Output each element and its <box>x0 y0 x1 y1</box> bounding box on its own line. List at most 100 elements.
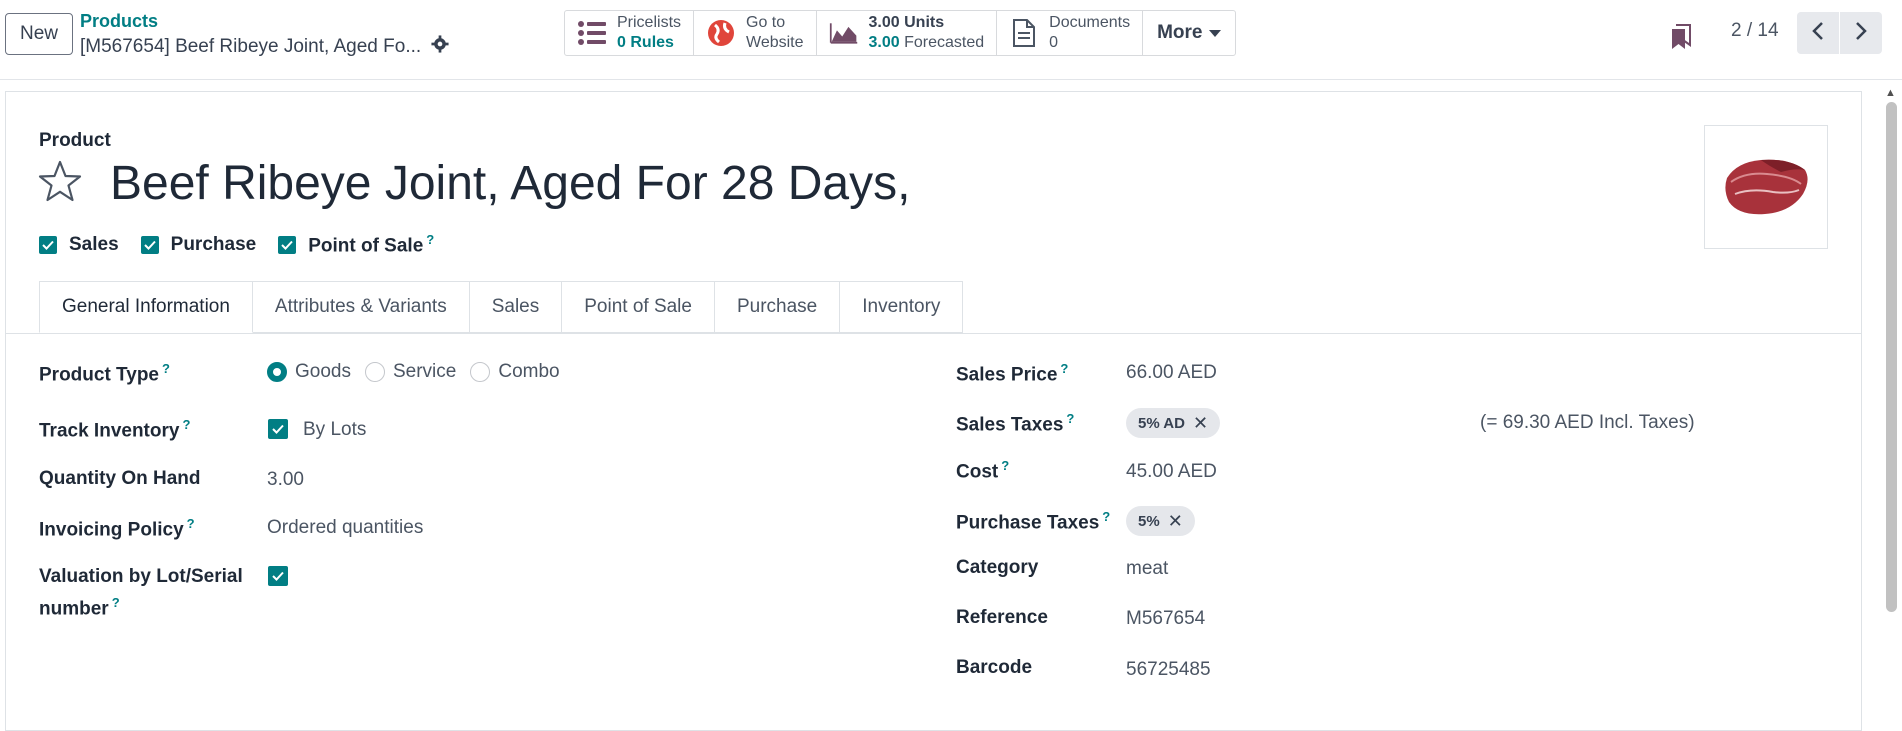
help-icon[interactable]: ? <box>182 417 190 432</box>
caret-down-icon <box>1208 22 1221 44</box>
tab-point-of-sale[interactable]: Point of Sale <box>562 281 715 333</box>
sales-tax-tag[interactable]: 5% AD ✕ <box>1126 408 1221 438</box>
gear-icon[interactable] <box>431 35 449 59</box>
track-inventory-label: Track Inventory? <box>39 417 190 442</box>
document-icon <box>1009 18 1039 48</box>
forecast-value: 3.00 <box>868 34 900 51</box>
close-icon[interactable]: ✕ <box>1168 511 1183 532</box>
valuation-checkbox[interactable] <box>268 566 288 586</box>
tab-purchase[interactable]: Purchase <box>714 281 841 333</box>
valuation-label-line2: number? <box>39 595 120 620</box>
sales-taxes-label-text: Sales Taxes <box>956 414 1064 436</box>
purchase-checkbox[interactable]: Purchase <box>140 232 256 257</box>
go-to-website-smart-button[interactable]: Go to Website <box>694 11 817 55</box>
pricelists-smart-button[interactable]: Pricelists 0 Rules <box>565 11 695 55</box>
record-title: [M567654] Beef Ribeye Joint, Aged Fo... <box>80 35 449 59</box>
pricelists-title: Pricelists <box>617 14 682 31</box>
close-icon[interactable]: ✕ <box>1193 413 1208 434</box>
radio-dot-icon <box>470 362 491 382</box>
scrollbar-thumb[interactable] <box>1886 102 1897 612</box>
track-inventory-checkbox[interactable] <box>268 419 288 439</box>
check-icon <box>39 235 57 254</box>
sales-price-input[interactable]: 66.00 AED <box>1126 362 1217 384</box>
radio-dot-icon <box>364 362 385 382</box>
product-name-input[interactable]: Beef Ribeye Joint, Aged For 28 Days, <box>110 156 910 211</box>
bookmark-icon[interactable] <box>1670 24 1692 55</box>
radio-combo[interactable]: Combo <box>470 361 560 383</box>
record-title-text: [M567654] Beef Ribeye Joint, Aged Fo... <box>80 36 422 57</box>
documents-title: Documents <box>1049 14 1131 31</box>
help-icon[interactable]: ? <box>162 361 170 376</box>
barcode-input[interactable]: 56725485 <box>1126 659 1211 681</box>
sales-checkbox[interactable]: Sales <box>39 232 119 257</box>
more-label: More <box>1157 22 1203 43</box>
form-tabs: General Information Attributes & Variant… <box>39 281 964 333</box>
track-inventory-label-text: Track Inventory <box>39 420 180 442</box>
invoicing-label-text: Invoicing Policy <box>39 519 184 541</box>
tab-general-information[interactable]: General Information <box>39 281 253 333</box>
pager-value[interactable]: 2 / 14 <box>1731 20 1779 42</box>
purchase-taxes-label-text: Purchase Taxes <box>956 512 1100 534</box>
breadcrumb-products[interactable]: Products <box>80 11 158 32</box>
check-icon <box>140 235 159 254</box>
tab-sales[interactable]: Sales <box>469 281 563 333</box>
purchase-tax-tag[interactable]: 5% ✕ <box>1126 506 1195 536</box>
chevron-right-icon <box>1855 21 1867 46</box>
invoicing-policy-select[interactable]: Ordered quantities <box>267 517 423 539</box>
smart-buttons: Pricelists 0 Rules Go to Website 3.00 Un… <box>564 10 1236 56</box>
purchase-tax-tag-label: 5% <box>1138 512 1160 530</box>
units-label: Units <box>904 14 945 31</box>
category-label: Category <box>956 557 1039 578</box>
valuation-label-line1: Valuation by Lot/Serial <box>39 566 243 587</box>
more-dropdown[interactable]: More <box>1143 11 1234 55</box>
website-line1: Go to <box>746 14 786 31</box>
globe-icon <box>706 18 736 48</box>
radio-service-label: Service <box>392 361 457 382</box>
help-icon[interactable]: ? <box>426 232 434 247</box>
star-icon[interactable] <box>37 160 83 209</box>
chevron-left-icon <box>1812 21 1824 46</box>
purchase-taxes-label: Purchase Taxes? <box>956 509 1110 534</box>
tab-attributes-variants[interactable]: Attributes & Variants <box>252 281 470 333</box>
check-icon <box>272 424 284 434</box>
sales-price-label-text: Sales Price <box>956 364 1058 386</box>
help-icon[interactable]: ? <box>1060 361 1068 376</box>
point-of-sale-checkbox[interactable]: Point of Sale? <box>278 232 434 257</box>
tab-divider <box>6 333 1861 334</box>
sales-price-label: Sales Price? <box>956 361 1068 386</box>
pager-next-button[interactable] <box>1840 12 1882 54</box>
help-icon[interactable]: ? <box>1001 458 1009 473</box>
help-icon[interactable]: ? <box>1102 509 1110 524</box>
invoicing-label: Invoicing Policy? <box>39 516 195 541</box>
qty-label: Quantity On Hand <box>39 468 201 489</box>
help-icon[interactable]: ? <box>187 516 195 531</box>
product-section-label: Product <box>39 130 111 151</box>
control-panel: New Products [M567654] Beef Ribeye Joint… <box>0 0 1902 80</box>
forecast-label: Forecasted <box>904 34 985 51</box>
tab-inventory[interactable]: Inventory <box>840 281 964 333</box>
help-icon[interactable]: ? <box>1066 411 1074 426</box>
radio-service[interactable]: Service <box>364 361 457 383</box>
radio-dot-icon <box>267 362 287 382</box>
barcode-label: Barcode <box>956 657 1033 678</box>
radio-goods-label: Goods <box>295 361 351 382</box>
help-icon[interactable]: ? <box>112 595 120 610</box>
product-flags: Sales Purchase Point of Sale? <box>39 232 434 257</box>
tracking-select[interactable]: By Lots <box>303 419 366 441</box>
cost-input[interactable]: 45.00 AED <box>1126 461 1217 483</box>
pricelists-unit: Rules <box>630 34 674 51</box>
documents-count: 0 <box>1049 34 1059 51</box>
units-forecast-smart-button[interactable]: 3.00 Units 3.00 Forecasted <box>817 11 998 55</box>
reference-input[interactable]: M567654 <box>1126 608 1205 630</box>
reference-label: Reference <box>956 607 1048 628</box>
documents-smart-button[interactable]: Documents 0 <box>997 11 1144 55</box>
product-image[interactable] <box>1704 125 1828 249</box>
radio-goods[interactable]: Goods <box>267 361 351 383</box>
website-line2: Website <box>746 34 804 51</box>
category-select[interactable]: meat <box>1126 558 1168 580</box>
units-value: 3.00 <box>868 14 900 31</box>
sales-taxes-incl: (= 69.30 AED Incl. Taxes) <box>1480 412 1695 433</box>
pager-previous-button[interactable] <box>1797 12 1839 54</box>
scroll-up-icon[interactable]: ▲ <box>1885 87 1896 99</box>
new-button[interactable]: New <box>5 13 73 55</box>
